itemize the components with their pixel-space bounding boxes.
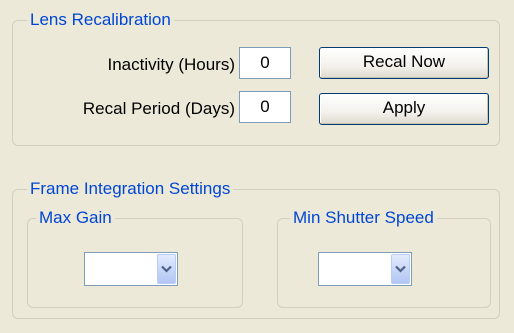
frame-integration-group: Frame Integration Settings Max Gain Min … xyxy=(12,179,500,319)
min-shutter-speed-select[interactable] xyxy=(318,252,412,286)
lens-recalibration-title: Lens Recalibration xyxy=(27,10,174,30)
max-gain-title: Max Gain xyxy=(36,208,115,228)
max-gain-dropdown-button[interactable] xyxy=(157,254,176,284)
min-shutter-speed-title: Min Shutter Speed xyxy=(290,208,437,228)
inactivity-input[interactable] xyxy=(239,47,291,79)
recal-period-label: Recal Period (Days) xyxy=(82,99,235,118)
lens-recalibration-group: Lens Recalibration Inactivity (Hours) Re… xyxy=(12,10,500,146)
min-shutter-speed-group: Min Shutter Speed xyxy=(277,208,491,308)
chevron-down-icon xyxy=(395,265,406,273)
frame-integration-title: Frame Integration Settings xyxy=(27,179,234,199)
inactivity-label: Inactivity (Hours) xyxy=(107,55,235,74)
max-gain-select[interactable] xyxy=(84,252,178,286)
recal-now-button[interactable]: Recal Now xyxy=(319,47,489,79)
max-gain-group: Max Gain xyxy=(27,208,243,308)
min-shutter-speed-dropdown-button[interactable] xyxy=(391,254,410,284)
apply-button[interactable]: Apply xyxy=(319,93,489,125)
chevron-down-icon xyxy=(161,265,172,273)
recal-period-input[interactable] xyxy=(239,91,291,123)
